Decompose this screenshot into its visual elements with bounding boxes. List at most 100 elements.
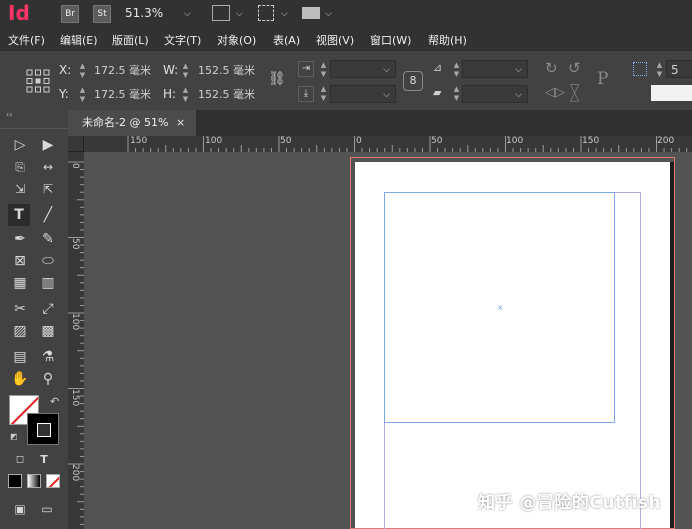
h-ruler-label: 0 [356, 136, 362, 146]
menu-help[interactable]: 帮助(H) [428, 32, 467, 48]
menu-view[interactable]: 视图(V) [316, 32, 354, 48]
stroke-weight-field[interactable]: 5 [666, 60, 692, 78]
scale-y-icon[interactable]: ⤓ [298, 86, 314, 102]
vertical-ruler[interactable]: 0 50 100 150 200 [68, 152, 85, 529]
menu-bar: 文件(F) 编辑(E) 版面(L) 文字(T) 对象(O) 表(A) 视图(V)… [0, 28, 692, 50]
select-container-icon[interactable] [633, 62, 647, 76]
zoom-chevron-icon[interactable]: ⌵ [184, 9, 191, 19]
scale-x-field[interactable]: ⌵ [330, 60, 396, 78]
scale-y-chevron-icon[interactable]: ⌵ [383, 86, 390, 104]
page-tool-icon[interactable]: ⎘ [9, 156, 31, 178]
formatting-text-icon[interactable]: T [33, 449, 55, 471]
normal-view-icon[interactable]: ▣ [9, 498, 31, 520]
scale-x-chevron-icon[interactable]: ⌵ [383, 61, 390, 79]
stroke-type-swatch[interactable] [651, 85, 692, 101]
formatting-container-icon[interactable]: ◻ [9, 449, 31, 471]
menu-file[interactable]: 文件(F) [8, 32, 45, 48]
rectangle-frame-tool-icon[interactable]: ⊠ [9, 250, 31, 272]
tab-close-icon[interactable]: × [176, 110, 185, 136]
link-icon[interactable]: 8 [403, 71, 423, 91]
gradient-swatch-tool-icon[interactable]: ▨ [9, 320, 31, 342]
screen-mode-icon[interactable] [258, 5, 274, 21]
bridge-button[interactable]: Br [61, 5, 79, 23]
shear-angle-icon: ▰ [433, 86, 442, 99]
x-stepper-icon[interactable]: ▲ ▼ [78, 62, 87, 80]
stroke-stepper-icon[interactable]: ▲ ▼ [655, 61, 664, 79]
width-field[interactable]: 152.5 毫米 [194, 62, 258, 80]
shear-chevron-icon[interactable]: ⌵ [515, 86, 522, 104]
menu-type[interactable]: 文字(T) [164, 32, 201, 48]
view-chevron-icon[interactable]: ⌵ [236, 9, 243, 19]
zoom-level[interactable]: 51.3% [125, 6, 163, 20]
selection-tool-icon[interactable]: ▷ [9, 134, 31, 156]
gap-tool-icon[interactable]: ↔ [37, 156, 59, 178]
y-position-field[interactable]: 172.5 毫米 [90, 86, 152, 104]
scale-y-field[interactable]: ⌵ [330, 85, 396, 103]
shear-field[interactable]: ⌵ [462, 85, 528, 103]
w-label: W: [163, 63, 179, 77]
gradient-feather-tool-icon[interactable]: ▩ [37, 320, 59, 342]
zoom-tool-icon[interactable]: ⚲ [37, 368, 59, 390]
note-tool-icon[interactable]: ▤ [9, 346, 31, 368]
v-ruler-label: 0 [70, 163, 80, 169]
menu-layout[interactable]: 版面(L) [112, 32, 149, 48]
constrain-proportions-icon[interactable]: ⛓ [268, 71, 286, 87]
flip-vertical-icon[interactable]: ▽ △ [570, 82, 579, 102]
ellipse-tool-icon[interactable]: ⬭ [37, 250, 59, 272]
view-options-icon[interactable] [212, 5, 230, 21]
empty-text-frame[interactable]: × [384, 192, 615, 423]
scale-x-icon[interactable]: ⇥ [298, 61, 314, 77]
menu-table[interactable]: 表(A) [273, 32, 300, 48]
ruler-origin[interactable] [68, 136, 84, 152]
reference-point-grid[interactable] [26, 69, 50, 93]
stock-button[interactable]: St [93, 5, 111, 23]
apply-none-icon[interactable] [46, 474, 60, 488]
stroke-swatch[interactable] [27, 413, 59, 445]
h-ruler-label: 100 [205, 136, 223, 146]
tab-document[interactable]: 未命名-2 @ 51% × [68, 110, 196, 136]
content-collector-icon[interactable]: ⇲ [9, 178, 31, 200]
pen-tool-icon[interactable]: ✒ [9, 228, 31, 250]
eyedropper-tool-icon[interactable]: ⚗ [37, 346, 59, 368]
horizontal-ruler[interactable]: 150 100 50 0 50 100 150 200 [68, 136, 692, 153]
menu-window[interactable]: 窗口(W) [370, 32, 411, 48]
line-tool-icon[interactable]: ╱ [37, 204, 59, 226]
indesign-logo: Id [8, 1, 30, 25]
type-tool-icon[interactable]: T [8, 204, 30, 226]
rotate-field[interactable]: ⌵ [462, 60, 528, 78]
y-stepper-icon[interactable]: ▲ ▼ [78, 86, 87, 104]
reference-p-icon[interactable]: P [597, 69, 608, 89]
swap-fill-stroke-icon[interactable]: ↶ [50, 395, 59, 408]
pencil-tool-icon[interactable]: ✎ [37, 228, 59, 250]
rotate-cw-icon[interactable]: ↻ [545, 59, 558, 77]
rotate-ccw-icon[interactable]: ↺ [568, 59, 581, 77]
table-tool-icon[interactable]: ▦ [9, 272, 31, 294]
default-fill-stroke-icon[interactable]: ◩ [10, 432, 20, 442]
direct-selection-tool-icon[interactable]: ▶ [37, 134, 59, 156]
hand-tool-icon[interactable]: ✋ [9, 368, 31, 390]
arrange-documents-icon[interactable] [302, 7, 320, 19]
content-placer-icon[interactable]: ⇱ [37, 178, 59, 200]
rotate-chevron-icon[interactable]: ⌵ [515, 61, 522, 79]
x-position-field[interactable]: 172.5 毫米 [90, 62, 152, 80]
apply-color-icon[interactable] [8, 474, 22, 488]
screen-mode-chevron-icon[interactable]: ⌵ [281, 9, 288, 19]
screen-mode-toggle-icon[interactable]: ▭ [36, 498, 58, 520]
scale-x-stepper-icon[interactable]: ▲ ▼ [319, 61, 328, 79]
free-transform-tool-icon[interactable]: ⤢ [37, 298, 59, 320]
grid-tool-icon[interactable]: ▥ [37, 272, 59, 294]
shear-stepper-icon[interactable]: ▲ ▼ [452, 85, 461, 103]
toolbox-grip[interactable] [0, 122, 68, 129]
height-field[interactable]: 152.5 毫米 [194, 86, 258, 104]
apply-gradient-icon[interactable] [27, 474, 41, 488]
scale-y-stepper-icon[interactable]: ▲ ▼ [319, 85, 328, 103]
arrange-chevron-icon[interactable]: ⌵ [325, 9, 332, 19]
menu-object[interactable]: 对象(O) [217, 32, 256, 48]
flip-horizontal-icon[interactable]: ◁▷ [545, 85, 565, 100]
w-stepper-icon[interactable]: ▲ ▼ [181, 62, 190, 80]
scissors-tool-icon[interactable]: ✂ [9, 298, 31, 320]
menu-edit[interactable]: 编辑(E) [60, 32, 98, 48]
collapse-panel-icon[interactable]: ‹‹ [6, 110, 12, 119]
rotate-stepper-icon[interactable]: ▲ ▼ [452, 61, 461, 79]
h-stepper-icon[interactable]: ▲ ▼ [181, 86, 190, 104]
